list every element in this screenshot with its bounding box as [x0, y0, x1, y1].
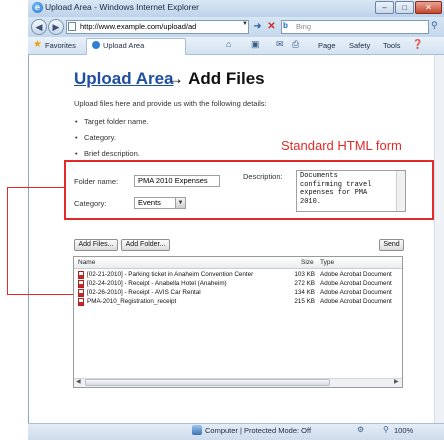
file-type: Adobe Acrobat Document [320, 298, 392, 305]
description-textarea[interactable]: Documents confirming travel expenses for… [296, 170, 406, 212]
description-scrollbar[interactable] [396, 171, 405, 211]
send-button[interactable]: Send [379, 239, 404, 251]
forward-button[interactable]: ▶ [48, 19, 64, 35]
column-size[interactable]: Size [301, 259, 314, 266]
upload-area-link[interactable]: Upload Area [74, 69, 174, 89]
file-name[interactable]: [02-24-2010] - Receipt - Anabella Hotel … [87, 280, 287, 287]
favorites-star-icon[interactable]: ★ [33, 39, 42, 50]
zoom-level[interactable]: 100% [394, 426, 413, 435]
file-type: Adobe Acrobat Document [320, 289, 392, 296]
pdf-file-icon [78, 271, 84, 279]
favorites-button[interactable]: Favorites [45, 41, 76, 50]
file-name[interactable]: PMA-2010_Registration_receipt [87, 298, 287, 305]
mail-icon[interactable]: ✉ [276, 39, 284, 50]
safety-menu[interactable]: Safety [349, 41, 370, 50]
print-icon[interactable]: ⎙ [292, 39, 299, 50]
pdf-file-icon [78, 298, 84, 306]
column-type[interactable]: Type [320, 259, 334, 266]
security-zone-text: Computer | Protected Mode: Off [205, 426, 312, 435]
file-size: 215 KB [294, 298, 315, 305]
file-type: Adobe Acrobat Document [320, 280, 392, 287]
file-size: 272 KB [294, 280, 315, 287]
page-scrollbar[interactable] [434, 55, 444, 423]
intro-text: Upload files here and provide us with th… [74, 99, 267, 108]
pdf-file-icon [78, 289, 84, 297]
home-icon[interactable]: ⌂ [226, 39, 231, 49]
connector-line [7, 187, 8, 294]
protected-mode-icon[interactable]: ⚙ [357, 425, 364, 434]
maximize-button[interactable]: □ [395, 1, 414, 14]
go-arrow-icon[interactable]: ➜ [251, 20, 264, 34]
folder-name-label: Folder name: [74, 177, 119, 186]
tools-menu[interactable]: Tools [383, 41, 401, 50]
help-icon[interactable]: ❓ [412, 39, 423, 50]
bullet-description: Brief description. [75, 149, 140, 158]
window-title: Upload Area - Windows Internet Explorer [45, 2, 200, 12]
category-label: Category: [74, 199, 107, 208]
file-list-header [74, 257, 402, 269]
page-title: → Add Files [167, 69, 265, 88]
tab-ie-icon [92, 41, 100, 49]
file-type: Adobe Acrobat Document [320, 271, 392, 278]
file-name[interactable]: [02-21-2010] - Parking ticket in Anaheim… [87, 271, 299, 278]
computer-zone-icon [192, 425, 202, 435]
add-files-button[interactable]: Add Files... [74, 239, 118, 251]
bing-logo-icon: b [283, 21, 288, 30]
file-name[interactable]: [02-26-2010] - Receipt - AVIS Car Rental [87, 289, 287, 296]
stop-icon[interactable]: ✕ [265, 20, 278, 34]
address-dropdown-icon[interactable]: ▼ [242, 21, 248, 27]
back-button[interactable]: ◀ [31, 19, 47, 35]
search-icon[interactable]: ⚲ [431, 20, 438, 31]
connector-line-top [7, 187, 65, 188]
annotation-label: Standard HTML form [281, 138, 402, 153]
close-button[interactable]: ✕ [415, 1, 442, 14]
file-size: 134 KB [294, 289, 315, 296]
file-list-scroll-thumb[interactable] [85, 379, 330, 386]
bullet-target-folder: Target folder name. [75, 117, 149, 126]
ie-logo-icon: e [32, 2, 43, 13]
address-bar[interactable]: http://www.example.com/upload/ad [66, 20, 249, 34]
chevron-down-icon[interactable]: ▼ [175, 198, 185, 208]
scroll-right-icon[interactable]: ▶ [394, 378, 399, 385]
pdf-file-icon [78, 280, 84, 288]
connector-line-bottom [7, 294, 75, 295]
bullet-category: Category. [75, 133, 116, 142]
page-icon [68, 22, 76, 31]
page-menu[interactable]: Page [318, 41, 336, 50]
minimize-button[interactable]: – [375, 1, 394, 14]
file-size: 103 KB [294, 271, 315, 278]
feeds-icon[interactable]: ▣ [251, 39, 260, 50]
add-folder-button[interactable]: Add Folder... [121, 239, 170, 251]
tab-label: Upload Area [103, 41, 145, 50]
scroll-left-icon[interactable]: ◀ [76, 378, 81, 385]
description-label: Description: [243, 172, 283, 181]
zoom-icon[interactable]: ⚲ [383, 425, 389, 434]
search-input[interactable]: Bing [281, 20, 429, 34]
folder-name-input[interactable]: PMA 2010 Expenses [134, 175, 220, 187]
column-name[interactable]: Name [78, 259, 95, 266]
